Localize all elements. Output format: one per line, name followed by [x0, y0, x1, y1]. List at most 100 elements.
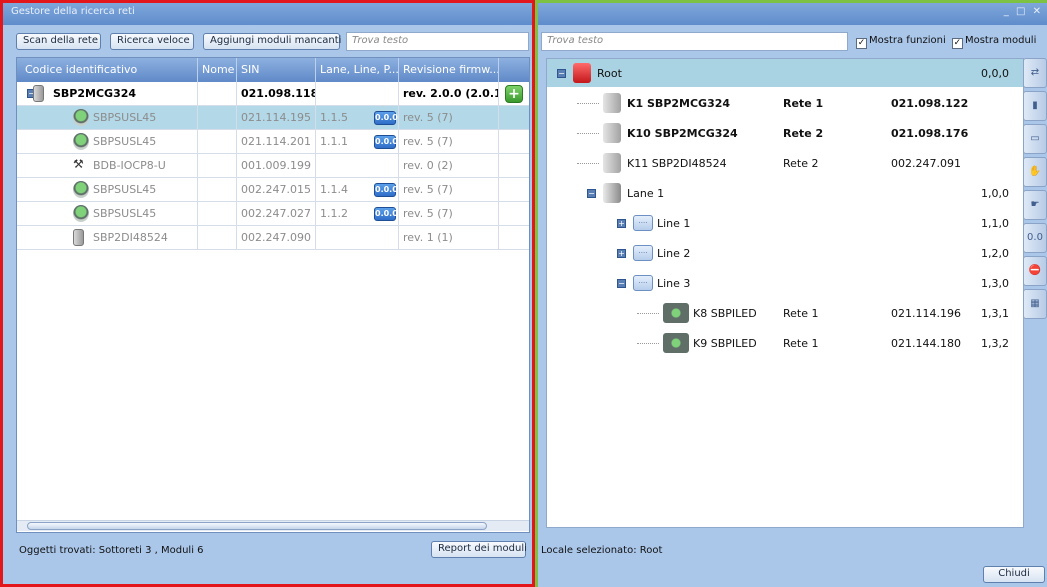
line-icon[interactable]: ▭: [1023, 124, 1047, 154]
right-status-text: Locale selezionato: Root: [541, 545, 663, 556]
show-functions-checkbox[interactable]: ✓: [856, 38, 867, 49]
address-badge[interactable]: 0.0.0: [374, 111, 398, 125]
tree-node-label: Line 1: [657, 217, 691, 230]
cell-sin: 001.009.199: [237, 154, 316, 178]
add-icon[interactable]: +: [505, 85, 523, 103]
tree-node-label: Line 3: [657, 277, 691, 290]
table-row[interactable]: SBPSUSL45 002.247.015 1.1.4 rev. 5 (7) 0.0.0: [17, 178, 529, 202]
tree-node[interactable]: − Lane 1 1,0,0: [547, 179, 1023, 207]
cell-code: SBP2MCG324: [17, 82, 198, 106]
module-icon: [603, 123, 621, 143]
left-status-text: Oggetti trovati: Sottoreti 3 , Moduli 6: [19, 545, 204, 556]
table-row[interactable]: SBP2MCG324−021.098.118 rev. 2.0.0 (2.0.1)…: [17, 82, 529, 106]
column-sin[interactable]: SIN: [237, 58, 316, 82]
table-row[interactable]: SBPSUSL45 021.114.195 1.1.5 rev. 5 (7) 0.0.0: [17, 106, 529, 130]
cell-sin: 002.247.027: [237, 202, 316, 226]
module-icon: [603, 93, 621, 113]
show-modules-checkbox[interactable]: ✓: [951, 38, 963, 49]
table-row[interactable]: SBPSUSL45 002.247.027 1.1.2 rev. 5 (7) 0.0.0: [17, 202, 529, 226]
address-badge[interactable]: 0.0.0: [374, 135, 398, 149]
tree-node[interactable]: K11 SBP2DI48524 Rete 2 002.247.091: [547, 149, 1023, 177]
cell-name: [198, 130, 237, 154]
report-modules-button[interactable]: Report dei moduli: [431, 541, 527, 558]
cell-actions: [499, 178, 529, 202]
line-icon: ····: [633, 245, 653, 261]
column-actions: [499, 58, 529, 82]
scrollbar-thumb[interactable]: [27, 522, 487, 530]
right-search-input[interactable]: Trova testo: [541, 32, 848, 51]
cell-revision: rev. 1 (1): [399, 226, 499, 250]
cell-lane: [316, 154, 399, 178]
tree-node[interactable]: K10 SBP2MCG324 Rete 2 021.098.176: [547, 119, 1023, 147]
column-code[interactable]: Codice identificativo: [17, 58, 198, 82]
cell-revision: rev. 5 (7): [399, 202, 499, 226]
tree-node-label: K11 SBP2DI48524: [627, 157, 727, 170]
column-name[interactable]: Nome: [198, 58, 237, 82]
sensor-icon: [73, 181, 89, 198]
tree-node-sin: 021.114.196: [891, 307, 961, 320]
address-badge[interactable]: 0.0.0: [374, 207, 398, 221]
tree-node[interactable]: − Root 0,0,0: [547, 59, 1023, 87]
quick-search-button[interactable]: Ricerca veloce: [110, 33, 194, 50]
module-icon[interactable]: ▮: [1023, 91, 1047, 121]
tree-node[interactable]: − ···· Line 3 1,3,0: [547, 269, 1023, 297]
tree-node-sin: 021.144.180: [891, 337, 961, 350]
show-modules-label: Mostra moduli: [964, 35, 1037, 46]
maximize-icon[interactable]: □: [1016, 6, 1025, 17]
tree-node[interactable]: K8 SBPILED Rete 1 021.114.196 1,3,1: [547, 299, 1023, 327]
column-firmware[interactable]: Revisione firmw...: [399, 58, 499, 82]
tree-node-network: Rete 2: [783, 127, 824, 140]
cell-sin: 021.114.195: [237, 106, 316, 130]
close-button[interactable]: Chiudi: [983, 566, 1045, 583]
cell-revision: rev. 5 (7): [399, 106, 499, 130]
tree-node-label: Lane 1: [627, 187, 665, 200]
cell-code: SBPSUSL45: [17, 202, 198, 226]
tree-node-address: 0,0,0: [981, 67, 1009, 80]
left-search-input[interactable]: Trova testo: [346, 32, 529, 51]
address-icon[interactable]: 0.0: [1023, 223, 1047, 253]
collapse-icon[interactable]: −: [557, 69, 566, 78]
tree-node-network: Rete 1: [783, 337, 819, 350]
cell-name: [198, 226, 237, 250]
expand-icon[interactable]: +: [617, 249, 626, 258]
tree-connector: [577, 133, 599, 134]
network-icon[interactable]: ⇄: [1023, 58, 1047, 88]
hand-icon[interactable]: ✋: [1023, 157, 1047, 187]
close-icon[interactable]: ✕: [1033, 6, 1041, 17]
tree-node[interactable]: K1 SBP2MCG324 Rete 1 021.098.122: [547, 89, 1023, 117]
tree-node[interactable]: + ···· Line 1 1,1,0: [547, 209, 1023, 237]
cell-code: SBPSUSL45: [17, 178, 198, 202]
tree-node[interactable]: + ···· Line 2 1,2,0: [547, 239, 1023, 267]
tree-connector: [577, 103, 599, 104]
address-badge[interactable]: 0.0.0: [374, 183, 398, 197]
collapse-icon[interactable]: −: [617, 279, 626, 288]
lane-icon: [603, 183, 621, 203]
add-missing-modules-button[interactable]: Aggiungi moduli mancanti: [203, 33, 341, 50]
stop-icon[interactable]: ⛔: [1023, 256, 1047, 286]
tree-node-label: K9 SBPILED: [693, 337, 757, 350]
sensor-icon: [73, 109, 89, 126]
cell-code: SBPSUSL45: [17, 106, 198, 130]
cell-lane: [316, 226, 399, 250]
tree-node-label: Line 2: [657, 247, 691, 260]
expand-icon[interactable]: +: [617, 219, 626, 228]
cell-code: BDB-IOCP8-U: [17, 154, 198, 178]
tree-node-address: 1,0,0: [981, 187, 1009, 200]
scan-network-button[interactable]: Scan della rete: [16, 33, 101, 50]
table-row[interactable]: SBP2DI48524 002.247.090 rev. 1 (1): [17, 226, 529, 250]
tree-node-address: 1,1,0: [981, 217, 1009, 230]
tool-icon: ⚒: [73, 157, 84, 171]
cell-sin: 002.247.090: [237, 226, 316, 250]
minimize-icon[interactable]: _: [1004, 6, 1009, 17]
tree-node[interactable]: K9 SBPILED Rete 1 021.144.180 1,3,2: [547, 329, 1023, 357]
collapse-icon[interactable]: −: [587, 189, 596, 198]
network-tree: − Root 0,0,0 K1 SBP2MCG324 Rete 1 021.098.122…: [546, 58, 1024, 528]
column-lane[interactable]: Lane, Line, P...: [316, 58, 399, 82]
table-row[interactable]: BDB-IOCP8-U ⚒ 001.009.199 rev. 0 (2): [17, 154, 529, 178]
table-row[interactable]: SBPSUSL45 021.114.201 1.1.1 rev. 5 (7) 0.0.0: [17, 130, 529, 154]
building-icon[interactable]: ▦: [1023, 289, 1047, 319]
tree-node-address: 1,3,0: [981, 277, 1009, 290]
horizontal-scrollbar[interactable]: [17, 520, 529, 531]
pointer-icon[interactable]: ☛: [1023, 190, 1047, 220]
tree-node-network: Rete 1: [783, 307, 819, 320]
